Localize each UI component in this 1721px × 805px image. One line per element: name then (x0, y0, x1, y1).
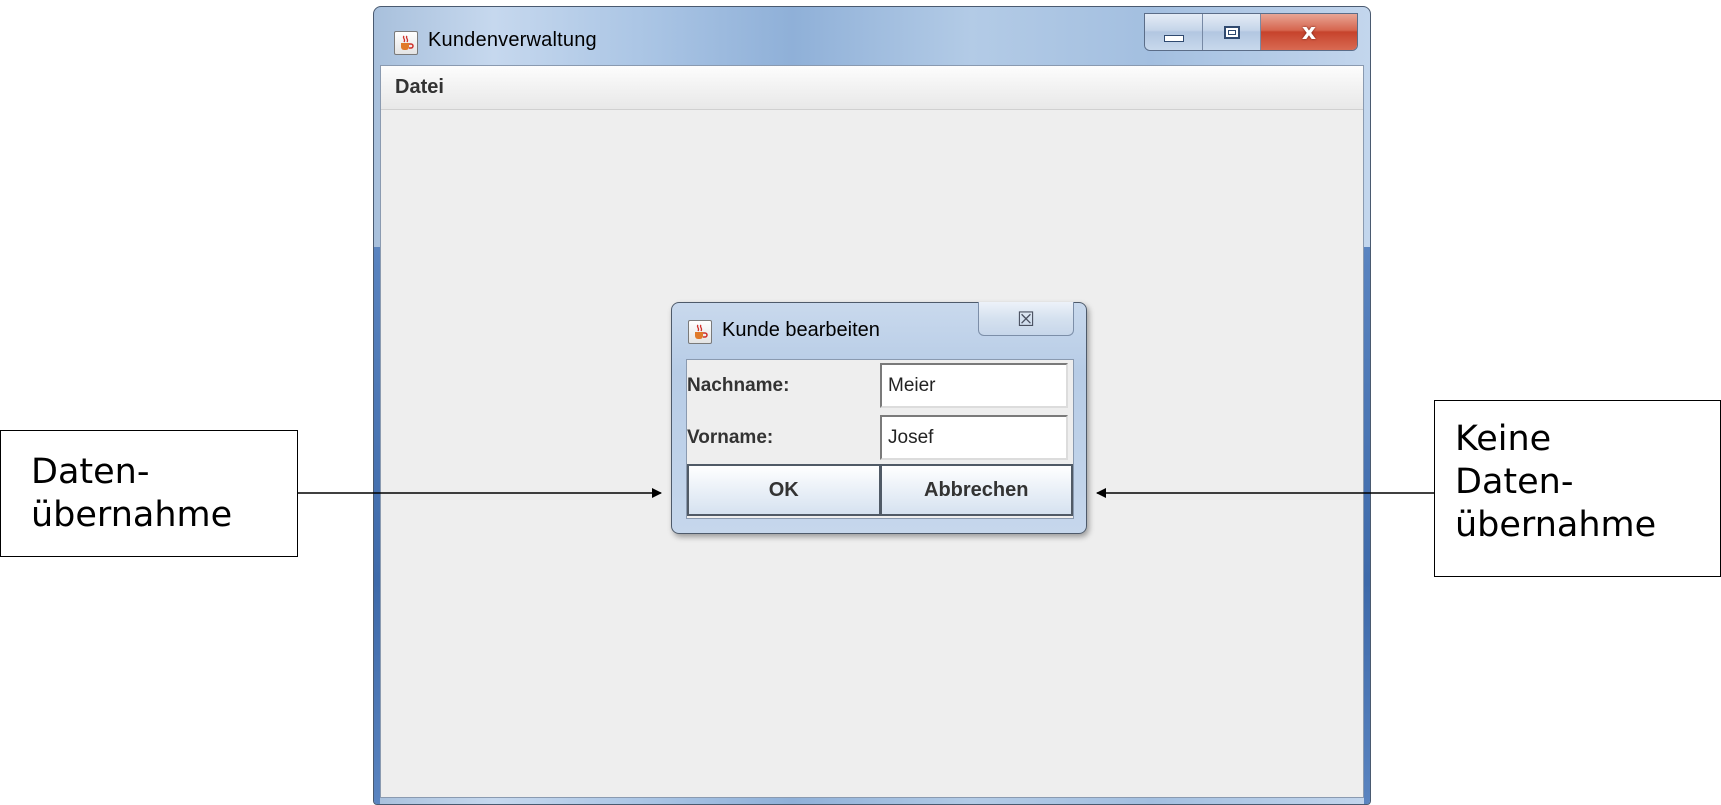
window-title: Kundenverwaltung (428, 29, 597, 51)
annotation-line: übernahme (31, 495, 233, 535)
ok-button[interactable]: OK (687, 464, 881, 516)
close-icon: ☒ (1017, 306, 1035, 331)
annotation-no-data-transfer: Keine Daten- übernahme (1434, 400, 1721, 577)
nachname-input[interactable] (880, 363, 1068, 408)
menu-datei[interactable]: Datei (381, 76, 444, 99)
main-titlebar[interactable]: Kundenverwaltung x (374, 7, 1370, 65)
annotation-line: übernahme (1455, 505, 1657, 545)
close-icon: x (1301, 19, 1317, 45)
dialog-close-button[interactable]: ☒ (978, 302, 1074, 336)
caption-buttons: x (1144, 13, 1358, 51)
dialog-button-row: OK Abbrechen (687, 464, 1073, 516)
edit-customer-dialog: Kunde bearbeiten ☒ Nachname: Vorname: OK… (671, 302, 1087, 534)
vorname-label: Vorname: (687, 427, 774, 448)
close-button[interactable]: x (1261, 14, 1357, 50)
dialog-form: Nachname: Vorname: OK Abbrechen (686, 359, 1074, 519)
java-coffee-cup-icon[interactable] (394, 31, 418, 55)
annotation-line: Keine (1455, 419, 1552, 459)
form-row-vorname: Vorname: (687, 412, 1073, 462)
annotation-line: Daten- (1455, 462, 1574, 502)
maximize-icon (1223, 25, 1240, 39)
minimize-button[interactable] (1145, 14, 1203, 50)
nachname-label: Nachname: (687, 375, 790, 396)
annotation-line: Daten- (31, 452, 150, 492)
dialog-title: Kunde bearbeiten (722, 319, 880, 341)
minimize-icon (1163, 34, 1184, 42)
maximize-button[interactable] (1203, 14, 1261, 50)
annotation-data-transfer: Daten- übernahme (0, 430, 298, 557)
vorname-input[interactable] (880, 415, 1068, 460)
java-coffee-cup-icon[interactable] (688, 320, 712, 344)
menu-bar: Datei (381, 66, 1363, 110)
form-row-nachname: Nachname: (687, 360, 1073, 410)
cancel-button[interactable]: Abbrechen (880, 464, 1073, 516)
